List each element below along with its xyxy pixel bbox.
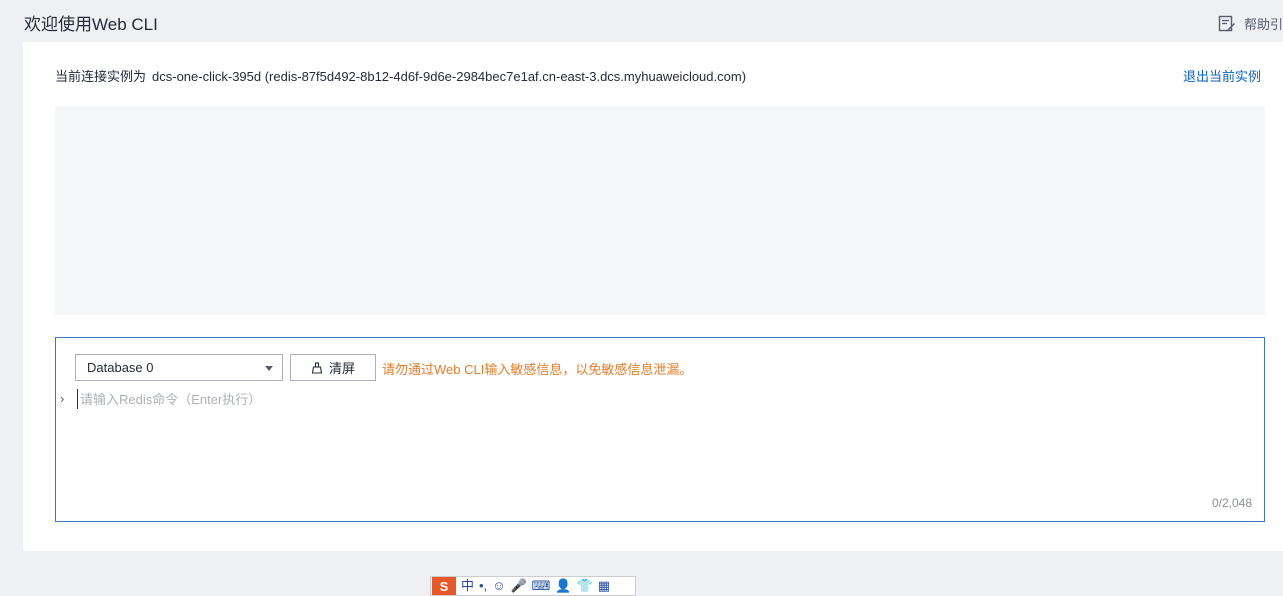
connection-instance: dcs-one-click-395d (redis-87f5d492-8b12-… bbox=[152, 69, 747, 84]
help-link-label: 帮助引 bbox=[1243, 17, 1283, 32]
ime-logo-icon: S bbox=[432, 577, 456, 595]
ime-keyboard-icon[interactable]: ⌨ bbox=[532, 577, 551, 595]
ime-user-icon[interactable]: 👤 bbox=[555, 577, 571, 595]
web-cli-panel: 当前连接实例为 dcs-one-click-395d (redis-87f5d49… bbox=[23, 42, 1283, 551]
char-counter: 0/2,048 bbox=[1211, 496, 1252, 510]
edit-doc-icon bbox=[1218, 15, 1235, 31]
connection-info: 当前连接实例为 dcs-one-click-395d (redis-87f5d49… bbox=[55, 66, 746, 85]
connection-label: 当前连接实例为 bbox=[55, 69, 147, 84]
cli-console: Database 0 清屏 请勿通过Web CLI输入敏感信息，以免敏感信息泄漏… bbox=[55, 337, 1265, 522]
cli-output-area bbox=[55, 106, 1265, 315]
database-select-value: Database 0 bbox=[87, 360, 154, 375]
sensitive-info-warning: 请勿通过Web CLI输入敏感信息，以免敏感信息泄漏。 bbox=[382, 362, 693, 377]
chevron-down-icon bbox=[265, 366, 273, 371]
ime-voice-icon[interactable]: 🎤 bbox=[510, 577, 526, 595]
page-title: 欢迎使用Web CLI bbox=[24, 15, 158, 34]
broom-icon bbox=[311, 361, 323, 374]
ime-chinese-mode[interactable]: 中 bbox=[461, 577, 474, 595]
exit-instance-link[interactable]: 退出当前实例 bbox=[1183, 66, 1261, 85]
help-link[interactable]: 帮助引 bbox=[1218, 14, 1283, 33]
ime-skin-icon[interactable]: 👕 bbox=[577, 577, 593, 595]
top-bar: 欢迎使用Web CLI 帮助引 bbox=[0, 0, 1283, 42]
clear-screen-label: 清屏 bbox=[328, 361, 355, 376]
database-select[interactable]: Database 0 bbox=[75, 354, 283, 381]
clear-screen-button[interactable]: 清屏 bbox=[290, 354, 376, 381]
ime-emoji-icon[interactable]: ☺ bbox=[492, 577, 505, 595]
prompt-chevron-icon: › bbox=[60, 391, 65, 406]
ime-toolbar: S 中 •, ☺ 🎤 ⌨ 👤 👕 ▦ bbox=[430, 576, 636, 596]
ime-toolbox-icon[interactable]: ▦ bbox=[598, 577, 610, 595]
ime-punctuation-icon[interactable]: •, bbox=[479, 577, 487, 595]
redis-command-input[interactable] bbox=[77, 389, 1230, 409]
